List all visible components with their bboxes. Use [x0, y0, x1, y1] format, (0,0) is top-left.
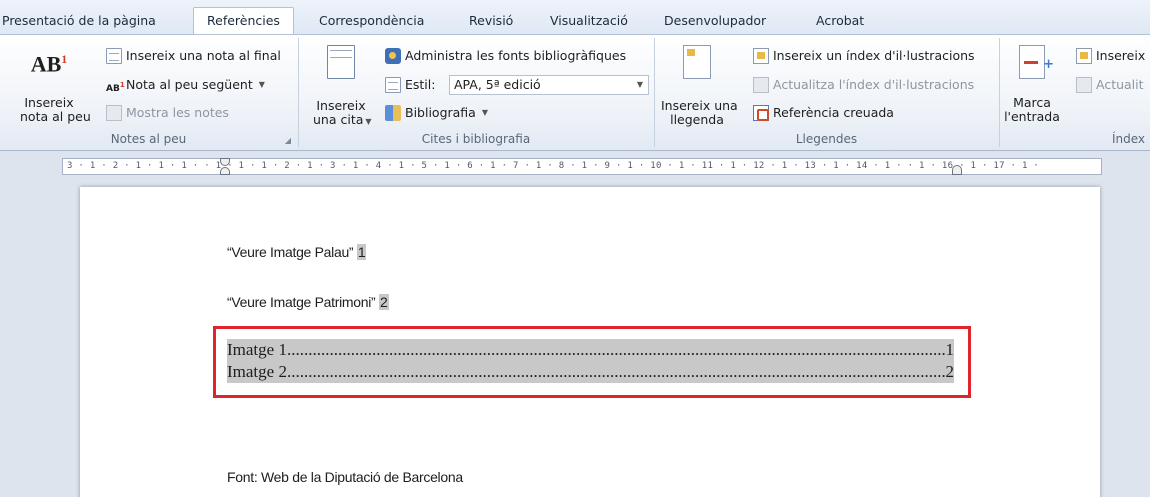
insert-citation-button[interactable]: Insereix una cita ▼ — [313, 41, 372, 129]
footnote-icon-sup: 1 — [61, 52, 68, 66]
bibliography-icon — [385, 105, 401, 121]
hanging-indent-marker[interactable] — [220, 167, 230, 175]
manage-sources-icon — [385, 48, 401, 64]
tab-view[interactable]: Visualització — [550, 9, 628, 34]
mark-entry-icon: + — [1019, 45, 1054, 79]
group-label-index: Índex — [1111, 132, 1145, 146]
insert-index-icon — [1076, 48, 1092, 64]
source-line[interactable]: Font: Web de la Diputació de Barcelona — [227, 469, 463, 485]
citation-style-dropdown[interactable]: APA, 5ª edició ▼ — [449, 75, 649, 95]
reference-text-patrimoni: “Veure Imatge Patrimoni” — [227, 294, 376, 310]
style-dropdown-value: APA, 5ª edició — [454, 77, 541, 92]
cross-reference-button[interactable]: Referència creuada — [753, 103, 894, 123]
insert-citation-label-2-wrap: una cita ▼ — [313, 112, 372, 129]
chevron-down-icon: ▼ — [365, 117, 372, 126]
caption-field-number[interactable]: 2 — [379, 294, 389, 310]
group-label-captions: Llegendes — [795, 132, 858, 146]
tab-page-layout[interactable]: Presentació de la pàgina — [2, 9, 156, 34]
mark-entry-label-2: l'entrada — [1004, 109, 1060, 124]
group-label-citations: Cites i bibliografia — [421, 132, 531, 146]
insert-table-of-figures-label: Insereix un índex d'il·lustracions — [773, 48, 975, 63]
update-index-button[interactable]: Actualit — [1076, 75, 1144, 95]
update-index-icon — [1076, 77, 1092, 93]
insert-index-button[interactable]: Insereix — [1076, 46, 1145, 66]
ruler-area: 3 · 1 · 2 · 1 · 1 · 1 · · 1 · 1 · 1 · 2 … — [0, 151, 1150, 187]
chevron-down-icon: ▼ — [258, 80, 265, 89]
footnote-icon-text: AB — [30, 51, 62, 77]
group-label-footnotes: Notes al peu — [110, 132, 187, 146]
tab-acrobat[interactable]: Acrobat — [816, 9, 864, 34]
bibliography-label: Bibliografia — [405, 105, 476, 120]
insert-index-label: Insereix — [1096, 48, 1146, 63]
red-highlight-box — [213, 326, 971, 398]
show-notes-button[interactable]: Mostra les notes — [106, 103, 229, 123]
citation-style-control: Estil: — [385, 75, 435, 95]
update-table-label: Actualitza l'índex d'il·lustracions — [773, 77, 975, 92]
show-notes-icon — [106, 105, 122, 121]
insert-citation-label-1: Insereix — [316, 98, 366, 113]
next-footnote-icon: AB1 — [106, 81, 125, 94]
caption-field-number[interactable]: 1 — [356, 244, 367, 260]
chevron-down-icon: ▼ — [481, 108, 488, 117]
style-label: Estil: — [405, 77, 436, 92]
insert-table-of-figures-button[interactable]: Insereix un índex d'il·lustracions — [753, 46, 975, 66]
group-index: + Marca l'entrada Insereix Actualit Índe… — [1000, 35, 1150, 151]
reference-text-palau: “Veure Imatge Palau” — [227, 244, 354, 260]
update-table-button[interactable]: Actualitza l'índex d'il·lustracions — [753, 75, 974, 95]
insert-caption-icon — [683, 45, 711, 79]
insert-caption-label-2: llegenda — [670, 112, 724, 127]
ribbon-tab-bar: Presentació de la pàgina Referències Cor… — [0, 0, 1150, 35]
horizontal-ruler[interactable]: 3 · 1 · 2 · 1 · 1 · 1 · · 1 · 1 · 1 · 2 … — [62, 158, 1102, 175]
dialog-launcher-icon[interactable]: ◢ — [285, 136, 291, 145]
endnote-icon — [106, 48, 122, 64]
cross-reference-icon — [753, 105, 769, 121]
document-line-palau[interactable]: “Veure Imatge Palau” 1 — [227, 244, 367, 260]
insert-citation-label-2: una cita — [313, 112, 364, 127]
show-notes-label: Mostra les notes — [126, 105, 229, 120]
mark-entry-button[interactable]: + Marca l'entrada — [1004, 41, 1060, 124]
right-indent-marker[interactable] — [952, 165, 962, 175]
group-citations: Insereix una cita ▼ Administra les fonts … — [299, 35, 653, 151]
insert-footnote-button[interactable]: AB1 Insereix nota al peu — [20, 41, 91, 125]
update-table-icon — [753, 77, 769, 93]
insert-footnote-label-2: nota al peu — [20, 109, 91, 125]
next-footnote-button[interactable]: AB1 Nota al peu següent ▼ — [106, 75, 265, 95]
cross-reference-label: Referència creuada — [773, 105, 894, 120]
document-line-patrimoni[interactable]: “Veure Imatge Patrimoni” 2 — [227, 294, 389, 310]
insert-footnote-label-1: Insereix — [24, 95, 74, 111]
insert-caption-button[interactable]: Insereix una llegenda — [661, 41, 738, 127]
chevron-down-icon: ▼ — [636, 80, 643, 89]
insert-citation-icon — [327, 45, 355, 79]
group-captions: Insereix una llegenda Insereix un índex … — [655, 35, 998, 151]
table-of-figures-icon — [753, 48, 769, 64]
group-footnotes: AB1 Insereix nota al peu Insereix una no… — [0, 35, 297, 151]
next-footnote-label: Nota al peu següent — [126, 77, 253, 92]
insert-endnote-label: Insereix una nota al final — [126, 48, 281, 63]
bibliography-button[interactable]: Bibliografia ▼ — [385, 103, 488, 123]
mark-entry-label-1: Marca — [1013, 95, 1051, 110]
style-icon — [385, 77, 401, 93]
update-index-label: Actualit — [1096, 77, 1144, 92]
tab-review[interactable]: Revisió — [469, 9, 513, 34]
insert-endnote-button[interactable]: Insereix una nota al final — [106, 46, 281, 66]
insert-caption-label-1: Insereix una — [661, 98, 738, 113]
tab-mailings[interactable]: Correspondència — [319, 9, 424, 34]
footnote-icon: AB1 — [20, 41, 78, 82]
manage-sources-label: Administra les fonts bibliogràfiques — [405, 48, 627, 63]
ribbon: AB1 Insereix nota al peu Insereix una no… — [0, 34, 1150, 151]
tab-references[interactable]: Referències — [193, 7, 294, 35]
tab-developer[interactable]: Desenvolupador — [664, 9, 766, 34]
ruler-scale: 3 · 1 · 2 · 1 · 1 · 1 · · 1 · 1 · 1 · 2 … — [67, 161, 1040, 171]
manage-sources-button[interactable]: Administra les fonts bibliogràfiques — [385, 46, 626, 66]
